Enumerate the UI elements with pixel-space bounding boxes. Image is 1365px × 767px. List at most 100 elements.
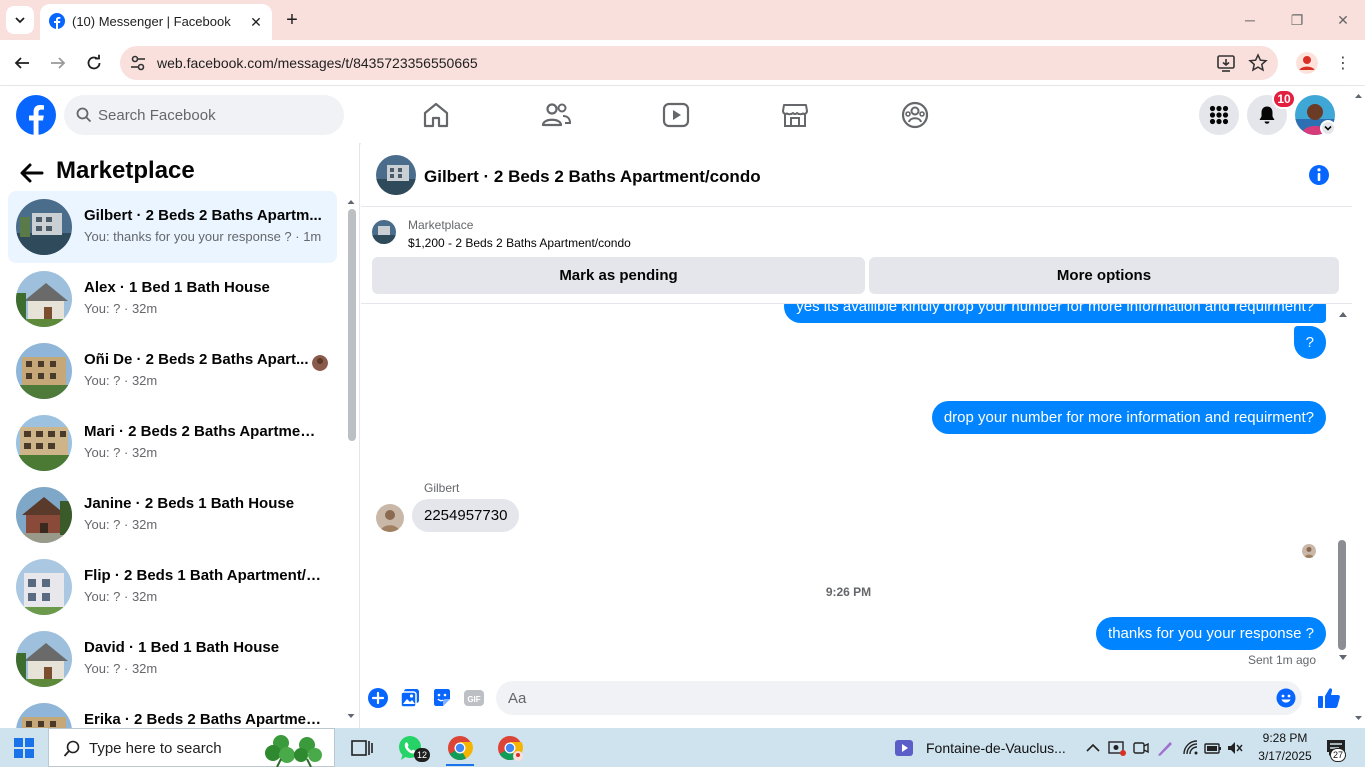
arrow-left-icon — [14, 57, 29, 69]
page-scrollbar[interactable] — [1352, 87, 1365, 728]
thumbs-up-icon[interactable] — [1317, 686, 1341, 710]
outgoing-message[interactable]: drop your number for more information an… — [931, 401, 1326, 434]
listing-category: Marketplace — [408, 218, 474, 232]
friends-nav-icon[interactable] — [540, 99, 572, 131]
chevron-down-icon — [15, 17, 25, 24]
left-scrollbar-thumb[interactable] — [348, 209, 356, 441]
address-bar[interactable]: web.facebook.com/messages/t/843572335655… — [120, 46, 1278, 80]
sticker-icon[interactable] — [431, 687, 453, 709]
photo-attach-icon[interactable] — [399, 687, 421, 709]
facebook-logo-icon[interactable] — [16, 95, 56, 135]
browser-tab-bar: (10) Messenger | Facebook ✕ + ─ ❐ ✕ — [0, 0, 1365, 40]
taskbar-search[interactable]: Type here to search — [48, 728, 335, 767]
conversation-item[interactable]: Flip · 2 Beds 1 Bath Apartment/c... You:… — [8, 551, 337, 623]
home-nav-icon[interactable] — [420, 99, 452, 131]
incoming-message[interactable]: 2254957730 — [412, 499, 520, 532]
clock-time[interactable]: 9:28 PM — [1255, 731, 1315, 745]
outgoing-message[interactable]: thanks for you your response ? — [1096, 617, 1326, 650]
chrome-icon[interactable] — [446, 734, 474, 762]
notifications-badge: 10 — [1272, 89, 1296, 109]
sender-avatar[interactable] — [376, 504, 404, 532]
listing-thumbnail — [16, 631, 72, 687]
read-receipt-avatar — [1302, 544, 1316, 558]
maximize-button[interactable]: ❐ — [1285, 8, 1309, 32]
conversation-item[interactable]: Erika · 2 Beds 2 Baths Apartmen... — [8, 695, 337, 728]
conversation-item[interactable]: Janine · 2 Beds 1 Bath House You: ? · 32… — [8, 479, 337, 551]
conversation-name: Flip · 2 Beds 1 Bath Apartment/c... — [84, 567, 324, 584]
chat-title[interactable]: Gilbert · 2 Beds 2 Baths Apartment/condo — [424, 167, 761, 187]
seen-avatar — [312, 355, 328, 371]
search-input[interactable] — [98, 95, 328, 135]
chat-scrollbar-thumb[interactable] — [1338, 540, 1346, 650]
forward-button[interactable] — [44, 49, 72, 77]
bell-icon — [1259, 106, 1275, 124]
info-icon[interactable] — [1307, 163, 1331, 187]
reload-icon — [87, 54, 101, 70]
tab-search-button[interactable] — [6, 6, 34, 34]
message-input[interactable] — [508, 681, 1248, 715]
mark-as-pending-button[interactable]: Mark as pending — [372, 257, 865, 294]
taskbar-search-text: Type here to search — [89, 740, 222, 757]
conversation-item[interactable]: Oñi De · 2 Beds 2 Baths Apart... You: ? … — [8, 335, 337, 407]
marketplace-nav-icon[interactable] — [779, 99, 811, 131]
minimize-button[interactable]: ─ — [1238, 8, 1262, 32]
listing-description[interactable]: $1,200 - 2 Beds 2 Baths Apartment/condo — [408, 236, 631, 250]
outgoing-message[interactable]: ? — [1293, 326, 1326, 359]
back-button[interactable] — [8, 49, 36, 77]
pen-icon[interactable] — [1156, 739, 1174, 757]
account-chevron[interactable] — [1320, 120, 1336, 136]
wifi-icon[interactable] — [1182, 739, 1200, 757]
new-tab-button[interactable]: + — [280, 8, 304, 32]
listing-thumbnail — [16, 415, 72, 471]
volume-muted-icon[interactable] — [1226, 739, 1244, 757]
battery-icon[interactable] — [1204, 739, 1222, 757]
media-player-icon[interactable] — [894, 738, 914, 758]
close-window-button[interactable]: ✕ — [1331, 8, 1355, 32]
listing-summary: Marketplace $1,200 - 2 Beds 2 Baths Apar… — [361, 208, 1352, 304]
emoji-icon[interactable] — [1276, 688, 1296, 708]
facebook-search[interactable] — [64, 95, 344, 135]
chrome-profile-app-icon[interactable] — [496, 734, 524, 762]
arrow-right-icon — [51, 57, 66, 69]
groups-nav-icon[interactable] — [899, 99, 931, 131]
url-text[interactable]: web.facebook.com/messages/t/843572335655… — [157, 55, 478, 71]
message-list: yes its availible kindly drop your numbe… — [361, 304, 1336, 674]
listing-thumbnail — [16, 703, 72, 728]
browser-tab[interactable]: (10) Messenger | Facebook ✕ — [40, 4, 272, 40]
windows-start-icon[interactable] — [14, 738, 34, 758]
conversation-item[interactable]: Gilbert · 2 Beds 2 Baths Apartm... You: … — [8, 191, 337, 263]
scroll-arrows-icon — [1355, 94, 1362, 720]
meet-now-icon[interactable] — [1108, 739, 1126, 757]
bookmark-star-icon[interactable] — [1248, 53, 1268, 73]
conversation-item[interactable]: Alex · 1 Bed 1 Bath House You: ? · 32m — [8, 263, 337, 335]
message-timestamp: 9:26 PM — [825, 585, 872, 599]
chat-header: Gilbert · 2 Beds 2 Baths Apartment/condo — [361, 143, 1352, 207]
plus-actions-icon[interactable] — [367, 687, 389, 709]
clock-date[interactable]: 3/17/2025 — [1250, 749, 1320, 763]
site-settings-icon[interactable] — [128, 53, 148, 73]
chat-listing-thumbnail[interactable] — [376, 155, 416, 195]
more-options-button[interactable]: More options — [869, 257, 1339, 294]
chrome-menu-button[interactable]: ⋮ — [1334, 52, 1352, 74]
outgoing-message[interactable]: yes its availible kindly drop your numbe… — [784, 304, 1326, 323]
video-nav-icon[interactable] — [660, 99, 692, 131]
camera-icon[interactable] — [1132, 739, 1150, 757]
chrome-profile-icon[interactable] — [1296, 52, 1318, 74]
whatsapp-badge: 12 — [414, 748, 430, 762]
tab-close-button[interactable]: ✕ — [246, 12, 266, 32]
install-app-icon[interactable] — [1216, 53, 1236, 73]
menu-button[interactable] — [1199, 95, 1239, 135]
conversation-preview: You: ? · 32m — [84, 661, 158, 676]
conversation-item[interactable]: Mari · 2 Beds 2 Baths Apartment... You: … — [8, 407, 337, 479]
gif-icon[interactable]: GIF — [463, 687, 485, 709]
facebook-header — [0, 87, 1352, 143]
message-input-wrapper[interactable] — [496, 681, 1302, 715]
reload-button[interactable] — [80, 49, 108, 77]
conversation-item[interactable]: David · 1 Bed 1 Bath House You: ? · 32m — [8, 623, 337, 695]
media-title[interactable]: Fontaine-de-Vauclus... — [926, 740, 1066, 756]
chevron-up-icon[interactable] — [1084, 739, 1102, 757]
back-arrow-icon[interactable] — [18, 159, 46, 187]
chevron-down-icon — [1324, 125, 1332, 131]
grid-menu-icon — [1209, 105, 1229, 125]
task-view-icon[interactable] — [348, 734, 376, 762]
